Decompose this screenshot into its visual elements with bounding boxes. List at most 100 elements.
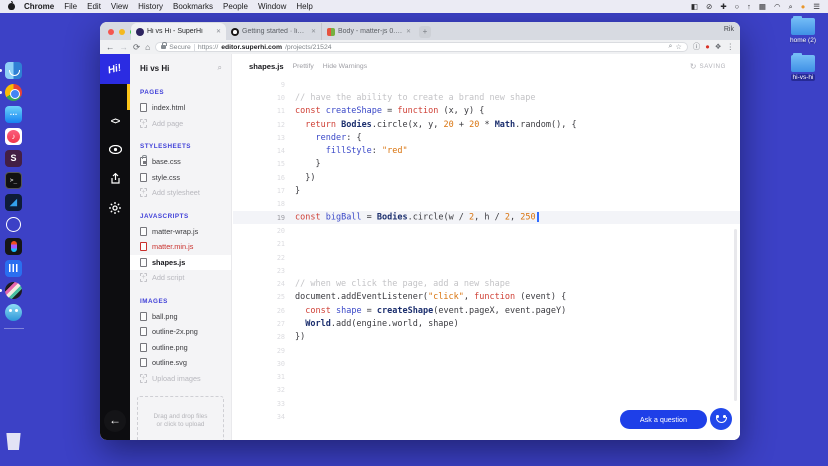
code-line[interactable]: 14 fillStyle: "red" xyxy=(233,144,740,157)
code-line[interactable]: 19 const bigBall = Bodies.circle(w / 2, h… xyxy=(233,210,740,225)
code-line[interactable]: 24 // when we click the page, add a new s… xyxy=(233,277,740,290)
file-item-outline-svg[interactable]: outline.svg xyxy=(130,355,231,371)
back-icon[interactable]: ← xyxy=(106,40,115,54)
code-line[interactable]: 33 xyxy=(233,397,740,410)
file-item-style-css[interactable]: style.css xyxy=(130,170,231,186)
code-line[interactable]: 10 // have the ability to create a brand … xyxy=(233,91,740,104)
forward-icon[interactable]: → xyxy=(120,40,129,54)
extension-icon[interactable]: ❖ xyxy=(715,40,722,54)
settings-gear-icon[interactable] xyxy=(100,193,130,222)
tab-close-icon[interactable]: ✕ xyxy=(406,28,411,35)
circle-app-icon[interactable] xyxy=(5,216,22,233)
vscode-icon[interactable]: ◢ xyxy=(5,194,22,211)
menu-item-view[interactable]: View xyxy=(111,2,128,11)
search-icon[interactable]: ⌕ xyxy=(218,63,222,73)
tab-2[interactable]: Getting started · liabru/matte✕ xyxy=(226,23,321,40)
code-panel-icon[interactable]: <> xyxy=(100,106,130,135)
reload-icon[interactable]: ⟳ xyxy=(133,40,140,54)
menu-item-file[interactable]: File xyxy=(64,2,77,11)
file-item-index-html[interactable]: index.html xyxy=(130,100,231,116)
code-line[interactable]: 18 xyxy=(233,198,740,211)
superhi-logo[interactable]: Hi! xyxy=(100,54,130,84)
add-item-add-page[interactable]: + Add page xyxy=(130,116,231,132)
profile-name[interactable]: Rik xyxy=(724,26,734,33)
code-line[interactable]: 17} xyxy=(233,184,740,197)
file-item-outline-2x-png[interactable]: outline-2x.png xyxy=(130,324,231,340)
menu-item-window[interactable]: Window xyxy=(258,2,286,11)
orange-dot-icon[interactable]: ● xyxy=(801,0,806,13)
finder-icon[interactable] xyxy=(0,62,22,79)
minimize-window-button[interactable] xyxy=(119,28,125,35)
music-icon[interactable] xyxy=(5,128,22,145)
ask-question-button[interactable]: Ask a question xyxy=(619,410,707,429)
chat-smiley-button[interactable] xyxy=(710,408,732,430)
preview-eye-icon[interactable] xyxy=(100,135,130,164)
menu-item-app[interactable]: Chrome xyxy=(24,2,54,11)
code-line[interactable]: 30 xyxy=(233,357,740,370)
star-icon[interactable]: ☆ xyxy=(675,43,681,51)
menu-item-bookmarks[interactable]: Bookmarks xyxy=(173,2,213,11)
screen-icon[interactable]: ◧ xyxy=(691,0,698,13)
code-line[interactable]: 25 document.addEventListener("click", fun… xyxy=(233,291,740,304)
search-icon[interactable]: ⌕ xyxy=(789,0,793,13)
add-item-add-script[interactable]: + Add script xyxy=(130,270,231,286)
code-line[interactable]: 16 }) xyxy=(233,171,740,184)
code-line[interactable]: 28}) xyxy=(233,331,740,344)
menu-item-help[interactable]: Help xyxy=(296,2,312,11)
zoom-icon[interactable]: ⌕ xyxy=(669,43,673,51)
code-line[interactable]: 12 return Bodies.circle(x, y, 20 + 20 * … xyxy=(233,118,740,131)
slash-circle-icon[interactable]: ⊘ xyxy=(706,0,712,13)
file-item-outline-png[interactable]: outline.png xyxy=(130,340,231,356)
scrollbar-thumb[interactable] xyxy=(734,229,737,401)
tab-3[interactable]: Body - matter-js 0.14.2 Physi✕ xyxy=(321,23,416,40)
circle-icon[interactable]: ○ xyxy=(735,0,740,13)
desktop-folder[interactable]: home (2) xyxy=(788,16,818,44)
code-line[interactable]: 29 xyxy=(233,344,740,357)
desktop-folder[interactable]: hi-vs-hi xyxy=(790,53,816,81)
up-arrow-icon[interactable]: ↑ xyxy=(747,0,751,13)
grid-icon[interactable]: ▦ xyxy=(759,0,766,13)
close-window-button[interactable] xyxy=(108,28,114,35)
kebab-menu-icon[interactable]: ⋮ xyxy=(727,40,735,54)
tab-close-icon[interactable]: ✕ xyxy=(311,28,316,35)
share-upload-icon[interactable] xyxy=(100,164,130,193)
info-circle-icon[interactable]: ⓘ xyxy=(693,40,701,54)
code-lines[interactable]: 9 10 // have the ability to create a brand… xyxy=(233,78,740,440)
menu-item-people[interactable]: People xyxy=(223,2,248,11)
plus-badge-icon[interactable]: ✚ xyxy=(720,0,726,13)
code-line[interactable]: 27 World.add(engine.world, shape) xyxy=(233,317,740,330)
file-item-matter-min-js[interactable]: matter.min.js xyxy=(130,239,231,255)
file-item-base-css[interactable]: base.css xyxy=(130,154,231,170)
code-line[interactable]: 31 xyxy=(233,371,740,384)
file-item-matter-wrap-js[interactable]: matter-wrap.js xyxy=(130,224,231,240)
prettify-button[interactable]: Prettify xyxy=(293,63,314,70)
add-item-add-stylesheet[interactable]: + Add stylesheet xyxy=(130,185,231,201)
code-line[interactable]: 11 const createShape = function (x, y) { xyxy=(233,105,740,118)
file-dropzone[interactable]: Drag and drop files or click to upload xyxy=(137,396,224,440)
code-line[interactable]: 23 xyxy=(233,264,740,277)
wifi-icon[interactable]: ◠ xyxy=(774,0,781,13)
tab-1[interactable]: Hi vs Hi - SuperHi ✕ xyxy=(131,23,226,40)
menu-item-history[interactable]: History xyxy=(138,2,163,11)
code-line[interactable]: 13 render: { xyxy=(233,131,740,144)
code-line[interactable]: 9 xyxy=(233,78,740,91)
menu-item-edit[interactable]: Edit xyxy=(87,2,101,11)
apple-icon[interactable] xyxy=(8,1,15,10)
menu-lines-icon[interactable]: ☰ xyxy=(813,0,820,13)
chrome-icon[interactable] xyxy=(0,84,22,101)
code-line[interactable]: 21 xyxy=(233,238,740,251)
bird-app-icon[interactable] xyxy=(5,304,22,321)
code-line[interactable]: 26 const shape = createShape(event.pageX… xyxy=(233,304,740,317)
file-item-shapes-js[interactable]: shapes.js xyxy=(130,254,231,270)
figma-icon[interactable] xyxy=(5,238,22,255)
home-icon[interactable]: ⌂ xyxy=(145,40,150,54)
new-tab-button[interactable]: + xyxy=(419,25,431,38)
tab-close-icon[interactable]: ✕ xyxy=(216,28,221,35)
code-line[interactable]: 20 xyxy=(233,224,740,237)
add-item-upload-images[interactable]: + Upload images xyxy=(130,371,231,387)
red-extension-icon[interactable]: ● xyxy=(705,40,710,54)
address-bar[interactable]: Secure https://editor.superhi.com/projec… xyxy=(155,42,688,52)
code-line[interactable]: 15 } xyxy=(233,158,740,171)
intercom-icon[interactable] xyxy=(5,260,22,277)
code-line[interactable]: 22 xyxy=(233,251,740,264)
